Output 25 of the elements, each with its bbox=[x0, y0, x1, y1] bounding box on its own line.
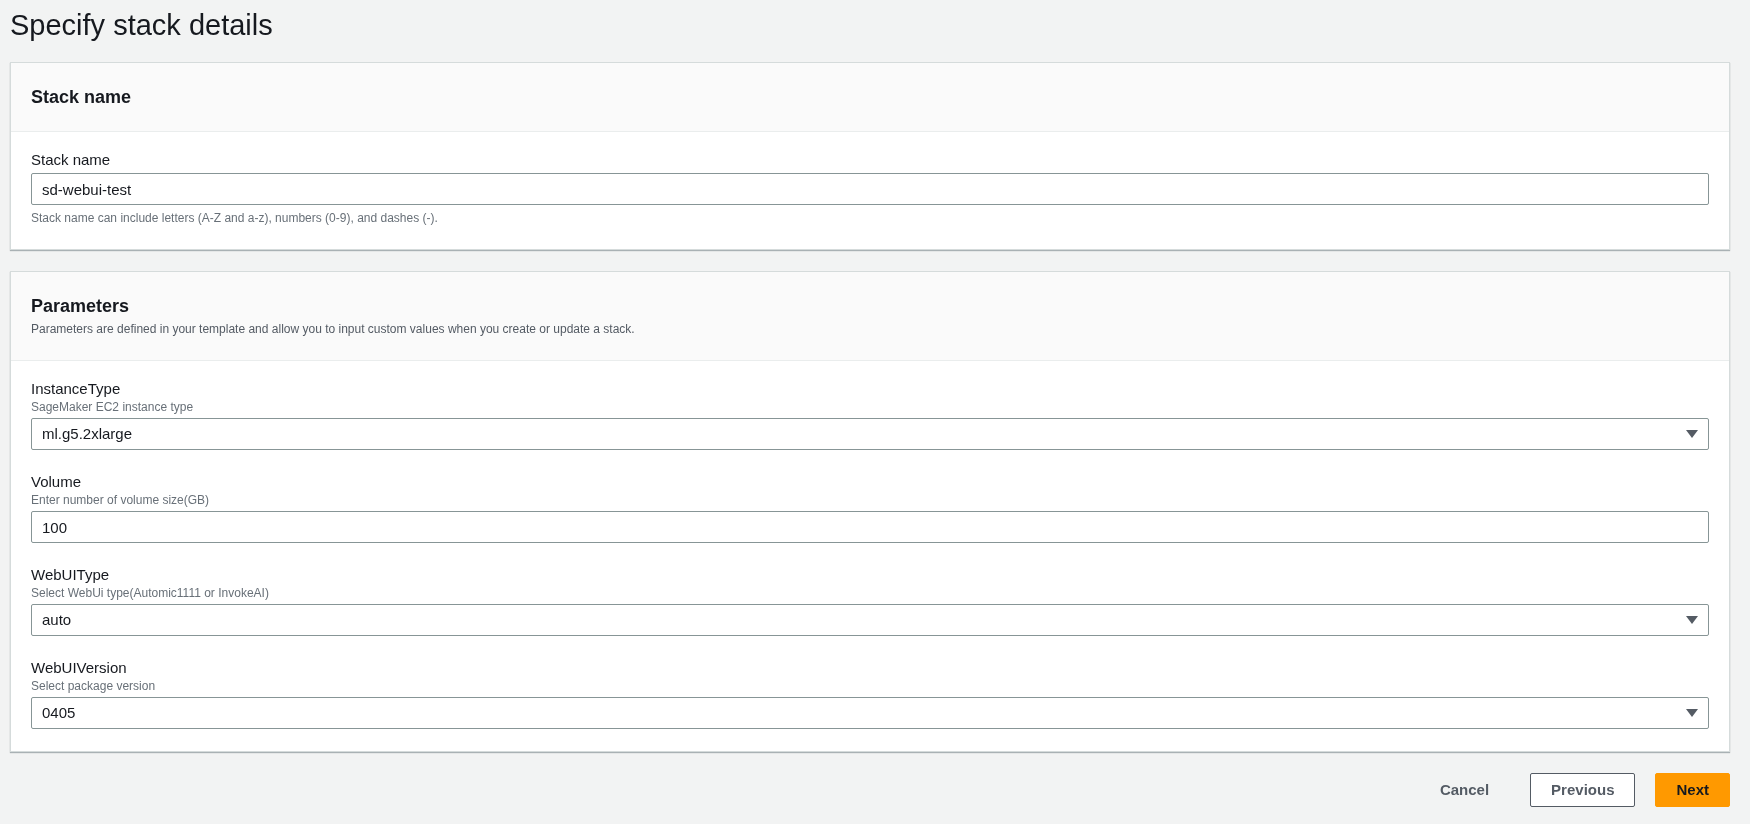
field-label: WebUIVersion bbox=[31, 658, 128, 678]
field-description: Enter number of volume size(GB) bbox=[31, 492, 211, 508]
cancel-button[interactable]: Cancel bbox=[1418, 773, 1511, 807]
caret-down-icon bbox=[1686, 615, 1698, 625]
previous-button[interactable]: Previous bbox=[1530, 773, 1636, 807]
constraint-text: Stack name can include letters (A-Z and a-z), numbers (0-9), and dashes (-). bbox=[31, 210, 439, 227]
dropdown-field[interactable]: 0405 bbox=[31, 697, 1709, 729]
field-label: Stack name bbox=[31, 150, 112, 170]
section-description: Parameters are defined in your template and allow you to input custom values when you create or update a stack. bbox=[31, 321, 636, 338]
field-label: WebUIType bbox=[31, 565, 111, 585]
page-title: Specify stack details bbox=[10, 8, 274, 42]
field-description: Select package version bbox=[31, 678, 157, 694]
section-title: Stack name bbox=[31, 86, 133, 109]
field-label: Volume bbox=[31, 472, 83, 492]
text-input-field[interactable]: 100 bbox=[31, 511, 1709, 543]
dropdown-field[interactable]: auto bbox=[31, 604, 1709, 636]
caret-down-icon bbox=[1686, 429, 1698, 439]
dropdown-field[interactable]: ml.g5.2xlarge bbox=[31, 418, 1709, 450]
next-button[interactable]: Next bbox=[1655, 773, 1730, 807]
text-input-field[interactable]: sd-webui-test bbox=[31, 173, 1709, 205]
field-description: Select WebUi type(Automic1111 or InvokeAI) bbox=[31, 585, 270, 601]
field-description: SageMaker EC2 instance type bbox=[31, 399, 195, 415]
section-title: Parameters bbox=[31, 295, 131, 318]
caret-down-icon bbox=[1686, 708, 1698, 718]
field-label: InstanceType bbox=[31, 379, 122, 399]
